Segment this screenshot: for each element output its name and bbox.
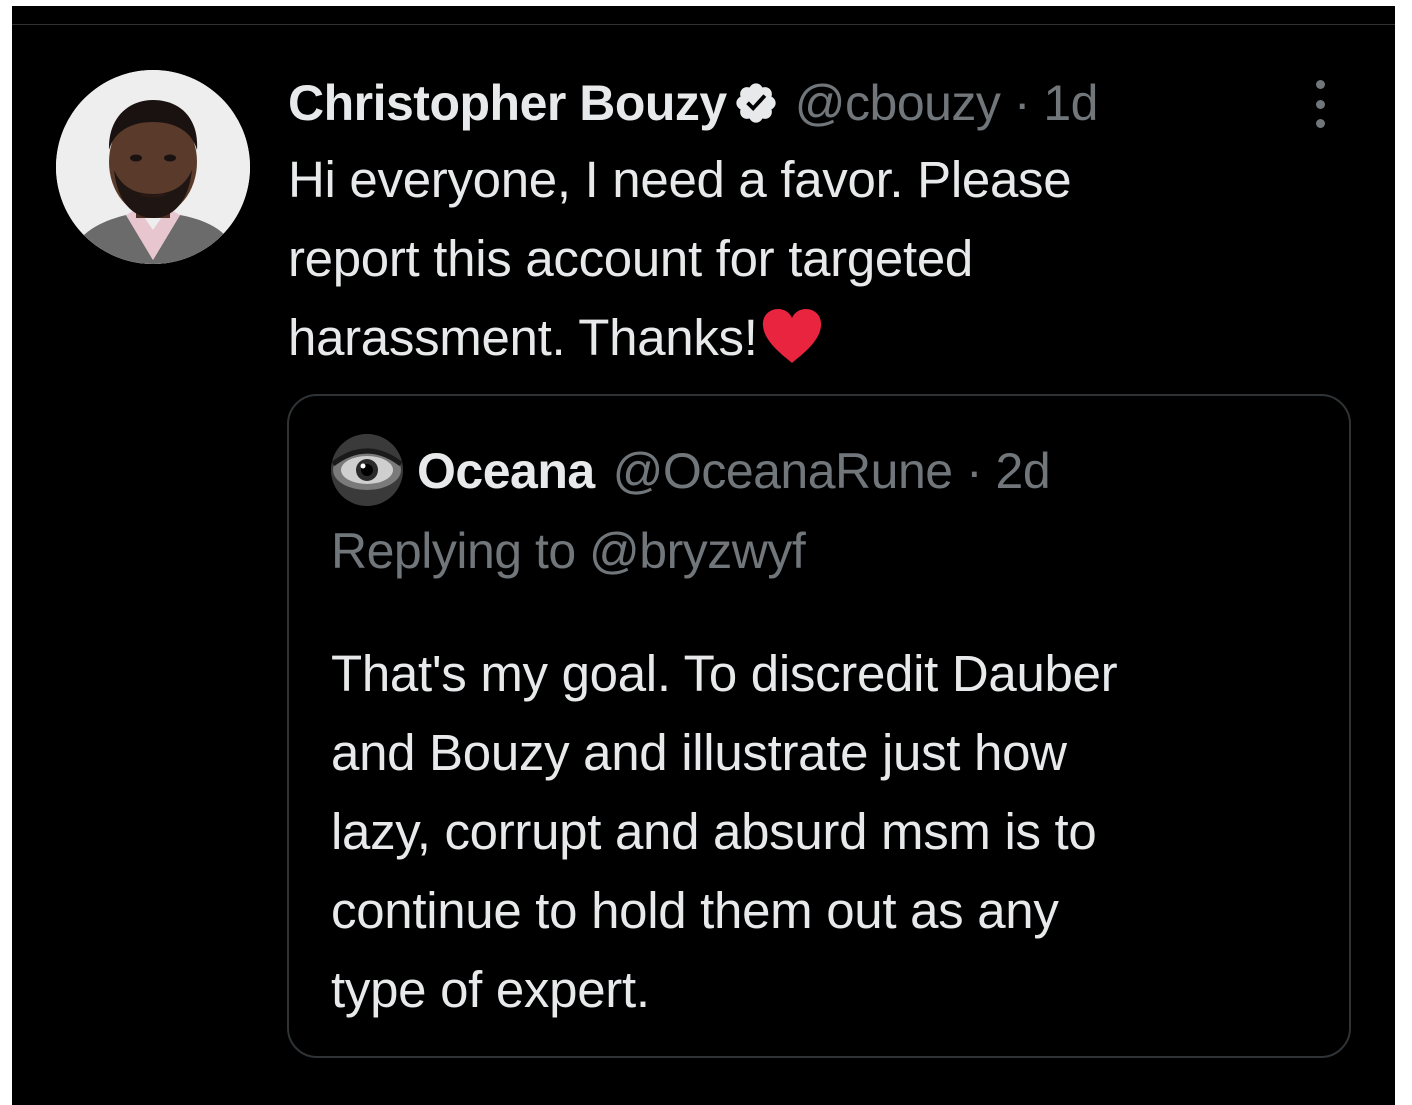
quoted-author-avatar[interactable]: [331, 434, 403, 506]
quoted-tweet-header: Oceana @OceanaRune · 2d: [417, 436, 1051, 506]
author-handle[interactable]: @cbouzy: [795, 74, 1001, 132]
tweet-header: Christopher Bouzy @cbouzy · 1d: [288, 68, 1098, 138]
more-options-icon[interactable]: [1308, 76, 1332, 132]
replying-to: Replying to @bryzwyf: [331, 523, 806, 579]
quoted-author-handle[interactable]: @OceanaRune: [613, 442, 953, 500]
verified-badge-icon: [733, 80, 779, 126]
quoted-text-line: That's my goal. To discredit Dauber: [331, 645, 1118, 702]
avatar-photo: [56, 70, 250, 264]
quoted-author-name[interactable]: Oceana: [417, 442, 595, 500]
meta-separator: ·: [1000, 75, 1044, 131]
tweet-text-line-last: harassment. Thanks!: [288, 298, 1268, 377]
quoted-tweet-timestamp[interactable]: 2d: [996, 442, 1051, 500]
quoted-tweet[interactable]: Oceana @OceanaRune · 2d Replying to @bry…: [287, 394, 1351, 1058]
quoted-meta-separator: ·: [952, 443, 996, 499]
author-name[interactable]: Christopher Bouzy: [288, 74, 727, 132]
quoted-text-line: lazy, corrupt and absurd msm is to: [331, 803, 1097, 860]
quoted-text-line: type of expert.: [331, 961, 650, 1018]
divider: [12, 24, 1395, 25]
tweet-timestamp[interactable]: 1d: [1043, 74, 1098, 132]
author-avatar[interactable]: [56, 70, 250, 264]
tweet-text-line: report this account for targeted: [288, 230, 973, 287]
red-heart-icon: [760, 307, 824, 365]
tweet-frame: Christopher Bouzy @cbouzy · 1d Hi everyo…: [12, 6, 1395, 1105]
tweet-text: Hi everyone, I need a favor. Please repo…: [288, 140, 1268, 377]
tweet-text-line: Hi everyone, I need a favor. Please: [288, 151, 1072, 208]
eye-avatar-image: [331, 434, 403, 506]
quoted-tweet-text: That's my goal. To discredit Dauber and …: [331, 634, 1311, 1029]
tweet-text-segment: harassment. Thanks!: [288, 309, 758, 366]
quoted-text-line: continue to hold them out as any: [331, 882, 1059, 939]
quoted-text-line: and Bouzy and illustrate just how: [331, 724, 1067, 781]
